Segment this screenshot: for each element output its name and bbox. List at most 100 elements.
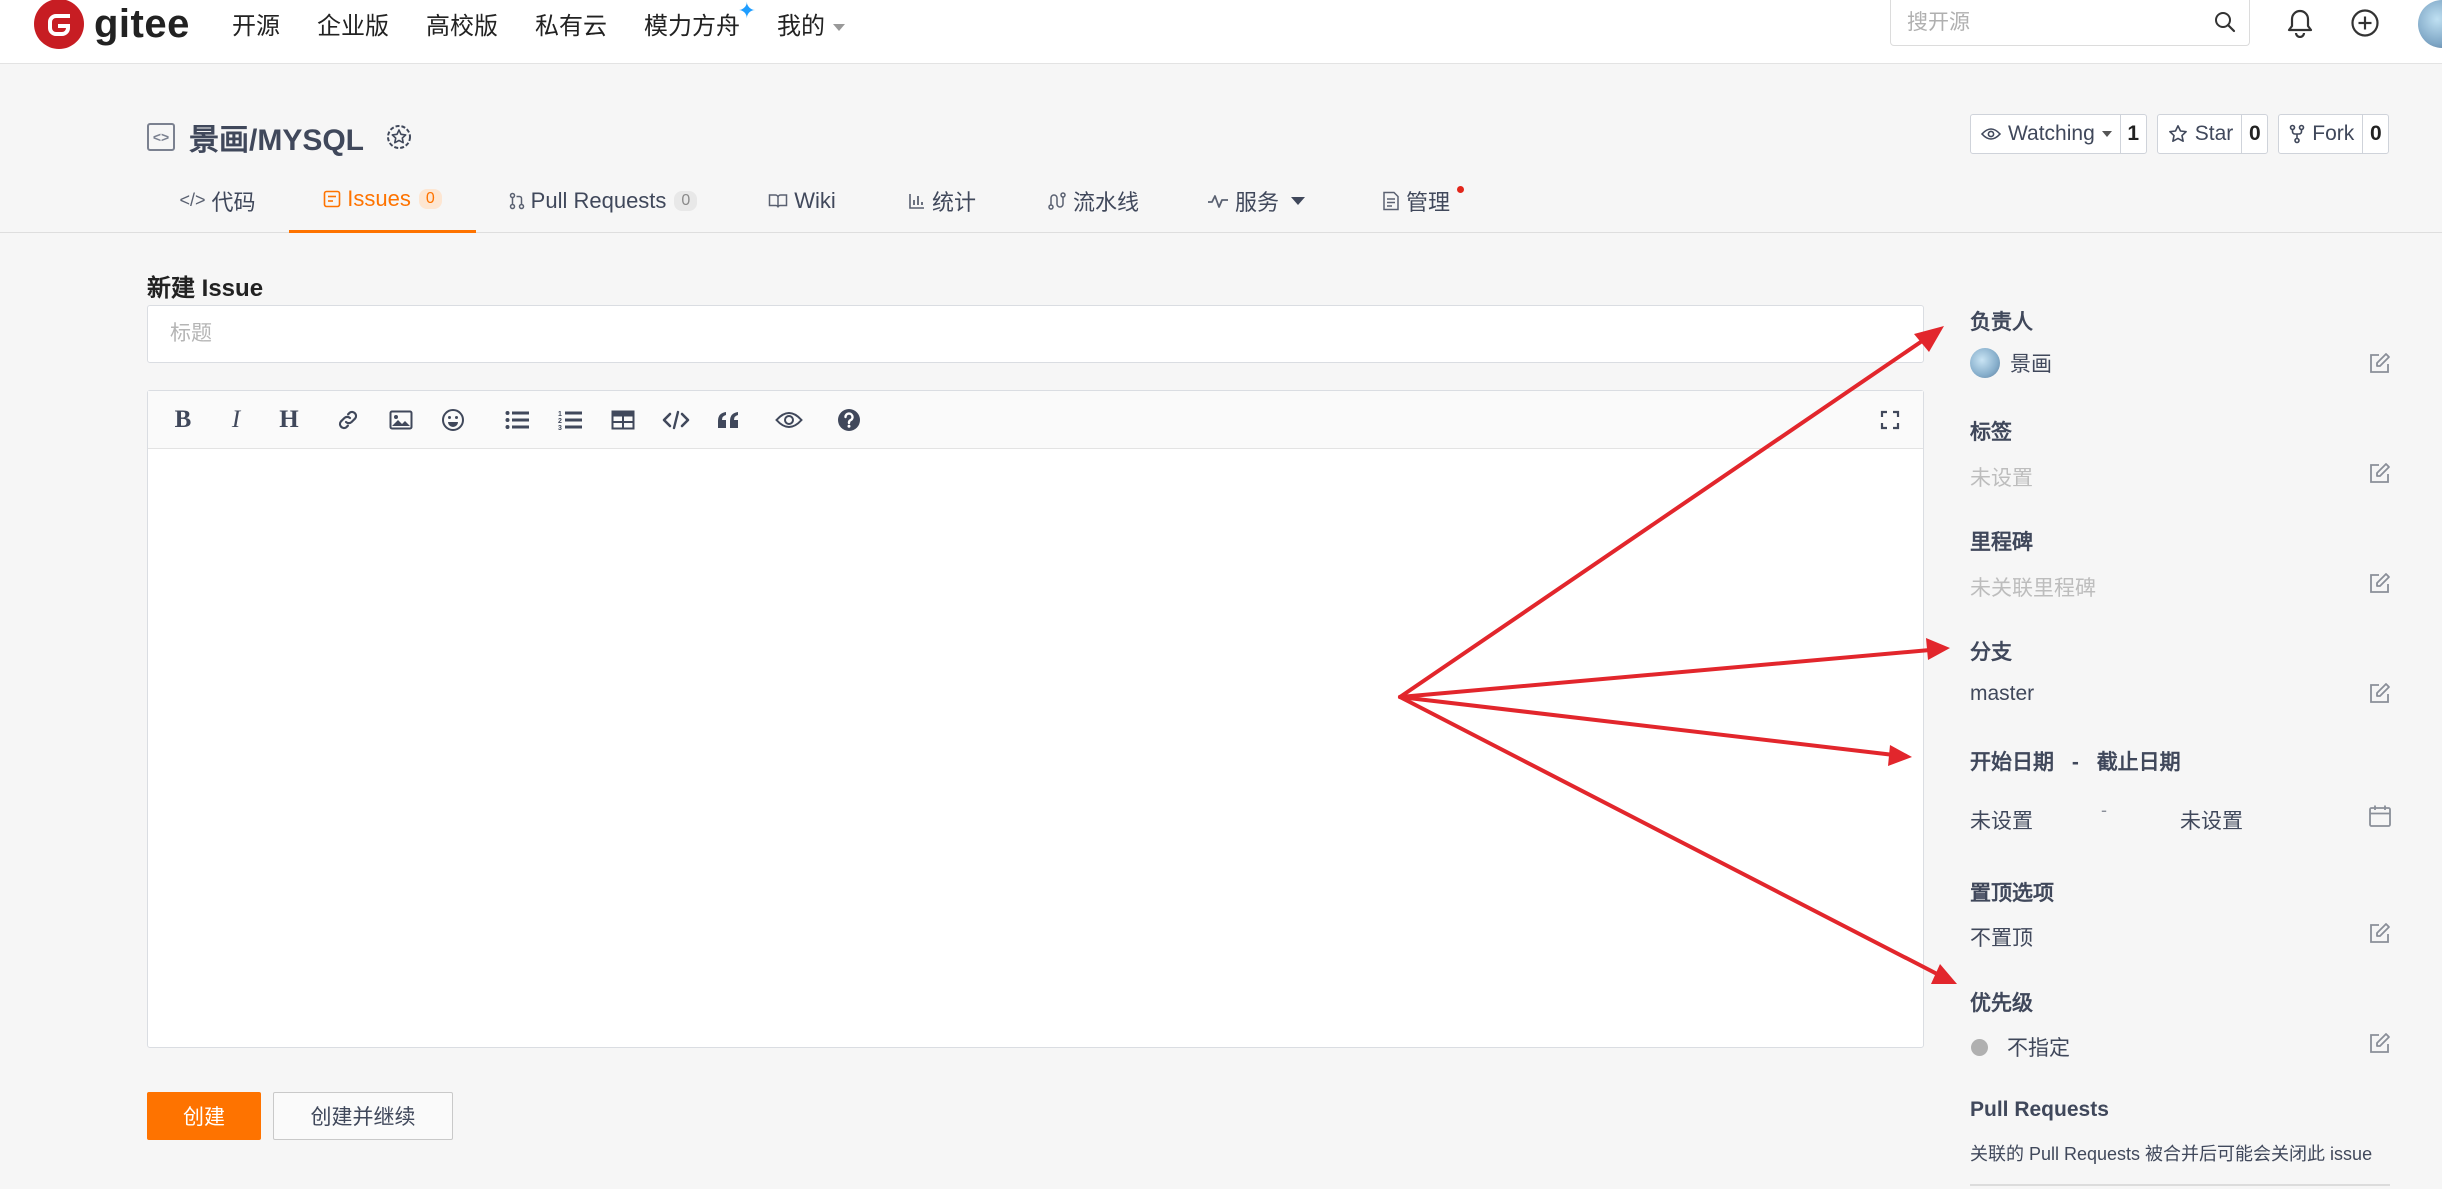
edit-tags-icon[interactable] xyxy=(2368,461,2392,485)
edit-priority-icon[interactable] xyxy=(2368,1031,2392,1055)
bold-icon[interactable]: B xyxy=(168,405,198,435)
dates-separator: - xyxy=(2071,751,2079,774)
watch-button[interactable]: Watching 1 xyxy=(1970,114,2147,154)
start-date-value[interactable]: 未设置 xyxy=(1970,805,2033,835)
tab-code[interactable]: </> 代码 xyxy=(170,168,265,233)
fork-label: Fork xyxy=(2312,122,2355,145)
quote-icon[interactable] xyxy=(714,405,744,435)
top-navbar: gitee 开源 企业版 高校版 私有云 模力方舟 ✦ 我的 xyxy=(0,0,2442,64)
help-icon[interactable] xyxy=(834,405,864,435)
chevron-down-icon xyxy=(833,23,845,31)
repo-header: <> 景画/MYSQL Watching 1 Star 0 Fork 0 </>… xyxy=(0,65,2442,233)
repo-actions: Watching 1 Star 0 Fork 0 xyxy=(1970,114,2399,154)
code-repo-icon: <> xyxy=(147,123,175,151)
caret-down-icon xyxy=(1291,196,1305,205)
watch-main[interactable]: Watching xyxy=(1971,115,2121,153)
edit-pin-icon[interactable] xyxy=(2368,921,2392,945)
bell-icon[interactable] xyxy=(2286,8,2314,38)
issue-title-input[interactable] xyxy=(147,305,1924,363)
end-date-value[interactable]: 未设置 xyxy=(2180,805,2243,835)
award-badge-icon[interactable] xyxy=(384,122,414,152)
tab-services[interactable]: 服务 xyxy=(1200,168,1312,233)
bullet-list-icon[interactable] xyxy=(502,405,532,435)
table-icon[interactable] xyxy=(608,405,638,435)
nav-private-cloud[interactable]: 私有云 xyxy=(535,6,607,41)
gitee-logo[interactable]: gitee xyxy=(34,0,190,49)
edit-milestone-icon[interactable] xyxy=(2368,571,2392,595)
fullscreen-icon[interactable] xyxy=(1875,405,1905,435)
preview-eye-icon[interactable] xyxy=(774,405,804,435)
image-icon[interactable] xyxy=(386,405,416,435)
eye-icon xyxy=(1981,128,2001,140)
link-icon[interactable] xyxy=(333,405,363,435)
code-block-icon[interactable] xyxy=(661,405,691,435)
chevron-down-icon xyxy=(2101,131,2112,137)
priority-dot xyxy=(1971,1038,1988,1056)
search-input[interactable] xyxy=(1891,0,2191,46)
add-icon[interactable] xyxy=(2350,8,2380,38)
nav-mine[interactable]: 我的 xyxy=(777,6,845,41)
pipeline-icon xyxy=(1047,191,1067,211)
tab-code-label: 代码 xyxy=(211,189,256,215)
assignee-value[interactable]: 景画 xyxy=(1970,348,2052,378)
assignee-label: 负责人 xyxy=(1970,311,2033,334)
tab-services-label: 服务 xyxy=(1234,189,1279,215)
create-and-continue-button[interactable]: 创建并继续 xyxy=(273,1092,453,1140)
tab-pull-requests[interactable]: Pull Requests 0 xyxy=(503,168,703,233)
tags-label: 标签 xyxy=(1970,421,2012,444)
create-button[interactable]: 创建 xyxy=(147,1092,261,1140)
repo-title-row: <> 景画/MYSQL xyxy=(147,115,414,159)
tab-stats[interactable]: 统计 xyxy=(900,168,984,233)
editor-textarea[interactable] xyxy=(148,449,1923,1047)
tab-pipeline[interactable]: 流水线 xyxy=(1040,168,1146,233)
tab-wiki[interactable]: Wiki xyxy=(760,168,844,233)
fork-main[interactable]: Fork xyxy=(2279,115,2364,153)
fork-icon xyxy=(2289,124,2305,144)
pulse-icon xyxy=(1207,193,1229,209)
nav-open-source[interactable]: 开源 xyxy=(232,6,280,41)
sparkle-icon: ✦ xyxy=(737,0,756,23)
emoji-icon[interactable] xyxy=(438,405,468,435)
user-avatar[interactable] xyxy=(2418,0,2442,48)
tab-manage[interactable]: 管理 xyxy=(1378,168,1464,233)
heading-icon[interactable]: H xyxy=(274,405,304,435)
end-date-label: 截止日期 xyxy=(2096,751,2181,774)
fork-button[interactable]: Fork 0 xyxy=(2278,114,2390,154)
tags-value[interactable]: 未设置 xyxy=(1970,462,2033,492)
fork-count[interactable]: 0 xyxy=(2363,115,2388,153)
main-nav: 开源 企业版 高校版 私有云 模力方舟 ✦ 我的 xyxy=(232,0,882,46)
issues-icon xyxy=(323,190,341,208)
star-count[interactable]: 0 xyxy=(2242,115,2267,153)
italic-icon[interactable]: I xyxy=(221,405,251,435)
markdown-editor: B I H 123 xyxy=(147,390,1924,1048)
star-main[interactable]: Star xyxy=(2158,115,2243,153)
code-icon: </> xyxy=(179,190,206,210)
nav-moli-label: 模力方舟 xyxy=(644,12,740,40)
issues-count-badge: 0 xyxy=(418,189,442,209)
nav-enterprise[interactable]: 企业版 xyxy=(317,6,389,41)
repo-title[interactable]: 景画/MYSQL xyxy=(189,115,364,159)
svg-text:2: 2 xyxy=(558,418,562,425)
search-icon[interactable] xyxy=(2213,10,2237,34)
tab-wiki-label: Wiki xyxy=(794,187,836,213)
nav-moli-fangzhou[interactable]: 模力方舟 ✦ xyxy=(644,0,756,41)
nav-education[interactable]: 高校版 xyxy=(426,6,498,41)
watch-count[interactable]: 1 xyxy=(2121,115,2146,153)
milestone-value[interactable]: 未关联里程碑 xyxy=(1970,572,2096,602)
pin-value[interactable]: 不置顶 xyxy=(1970,922,2033,952)
edit-assignee-icon[interactable] xyxy=(2368,351,2392,375)
dates-label: 开始日期 - 截止日期 xyxy=(1970,746,2181,776)
svg-text:3: 3 xyxy=(558,425,562,430)
branch-value[interactable]: master xyxy=(1970,682,2034,706)
priority-value[interactable]: 不指定 xyxy=(1970,1032,2070,1062)
milestone-label: 里程碑 xyxy=(1970,531,2033,554)
calendar-icon[interactable] xyxy=(2368,804,2392,828)
tab-issues[interactable]: Issues 0 xyxy=(289,168,476,233)
assignee-name: 景画 xyxy=(2010,353,2052,376)
star-button[interactable]: Star 0 xyxy=(2156,114,2269,154)
pin-label: 置顶选项 xyxy=(1970,882,2054,905)
tab-pull-requests-label: Pull Requests xyxy=(530,187,667,213)
numbered-list-icon[interactable]: 123 xyxy=(555,405,585,435)
edit-branch-icon[interactable] xyxy=(2368,681,2392,705)
nav-mine-label: 我的 xyxy=(777,12,825,40)
